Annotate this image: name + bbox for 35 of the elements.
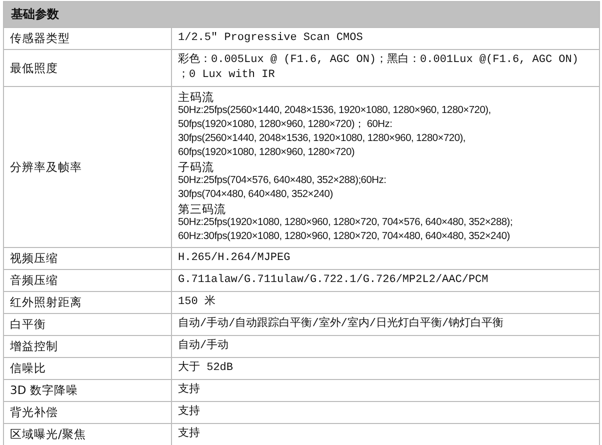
row-label: 分辨率及帧率 xyxy=(10,160,83,174)
row-value: 支持 xyxy=(178,405,201,420)
row-label: 区域曝光/聚焦 xyxy=(10,427,87,442)
row-label: 最低照度 xyxy=(10,60,59,76)
row-label: 红外照射距离 xyxy=(10,295,83,310)
stream-detail: 30fps(2560×1440, 2048×1536, 1920×1080, 1280×960, 1280×720), xyxy=(178,132,466,146)
stream-detail: 50fps(1920×1080, 1280×960, 1280×720)； 60Hz: xyxy=(178,118,394,132)
row-value: 自动/手动/自动跟踪白平衡/室外/室内/日光灯白平衡/钠灯白平衡 xyxy=(178,317,505,332)
row-value: 150 米 xyxy=(178,295,216,310)
stream-heading: 子码流 xyxy=(178,160,215,174)
row-value: 彩色：0.005Lux @ (F1.6, AGC ON)；黑白：0.001Lux @(F1.6, AGC ON) ；0 Lux with IR xyxy=(178,53,580,83)
row-value: 支持 xyxy=(178,427,201,442)
stream-heading: 第三码流 xyxy=(178,202,227,216)
stream-detail: 50Hz:25fps(2560×1440, 2048×1536, 1920×1080, 1280×960, 1280×720), xyxy=(178,104,492,118)
row-label: 传感器类型 xyxy=(10,31,71,46)
row-value: 大于 52dB xyxy=(178,361,234,376)
row-value: 1/2.5" Progressive Scan CMOS xyxy=(178,31,364,46)
stream-detail: 30fps(704×480, 640×480, 352×240) xyxy=(178,188,334,202)
row-value: G.711alaw/G.711ulaw/G.722.1/G.726/MP2L2/AAC/PCM xyxy=(178,273,490,288)
stream-heading: 主码流 xyxy=(178,90,215,104)
row-label: 视频压缩 xyxy=(10,251,59,266)
row-label: 背光补偿 xyxy=(10,405,59,420)
row-value: H.265/H.264/MJPEG xyxy=(178,251,292,266)
row-label: 白平衡 xyxy=(10,317,47,332)
row-label: 音频压缩 xyxy=(10,273,59,288)
stream-detail: 60fps(1920×1080, 1280×960, 1280×720) xyxy=(178,146,356,160)
row-label: 增益控制 xyxy=(10,339,59,354)
row-label: 信噪比 xyxy=(10,361,47,376)
row-value: 支持 xyxy=(178,383,201,398)
stream-detail: 50Hz:25fps(1920×1080, 1280×960, 1280×720, 704×576, 640×480, 352×288); xyxy=(178,216,514,230)
table-title: 基础参数 xyxy=(4,2,600,28)
stream-detail: 50Hz:25fps(704×576, 640×480, 352×288);60Hz: xyxy=(178,174,388,188)
stream-detail: 60Hz:30fps(1920×1080, 1280×960, 1280×720, 704×480, 640×480, 352×240) xyxy=(178,230,511,244)
row-value: 自动/手动 xyxy=(178,339,230,354)
row-label: 3D 数字降噪 xyxy=(10,383,79,398)
